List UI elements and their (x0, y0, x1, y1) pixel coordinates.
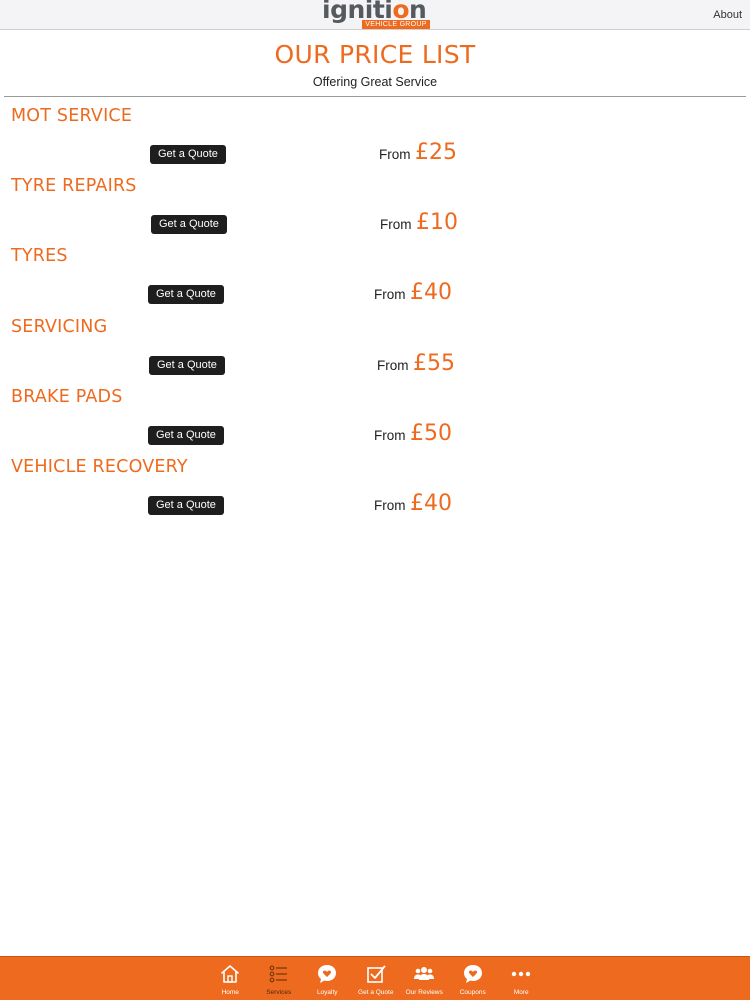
price-list: MOT SERVICE Get a Quote From £25 TYRE RE… (0, 100, 750, 521)
get-quote-button[interactable]: Get a Quote (148, 495, 224, 515)
get-quote-button[interactable]: Get a Quote (150, 145, 226, 164)
home-icon (221, 965, 240, 983)
service-vehicle-recovery: VEHICLE RECOVERY Get a Quote From £40 (0, 451, 750, 521)
from-label: From (374, 497, 406, 513)
service-price: From £25 (379, 140, 457, 165)
price-amount: £25 (414, 140, 457, 165)
from-label: From (374, 287, 406, 303)
get-quote-button[interactable]: Get a Quote (148, 425, 224, 445)
page-title: OUR PRICE LIST (274, 40, 476, 69)
about-link[interactable]: About (713, 9, 742, 21)
service-name: MOT SERVICE (11, 106, 133, 126)
service-price: From £10 (380, 210, 458, 235)
service-price: From £40 (374, 491, 452, 516)
page-subtitle: Offering Great Service (312, 75, 438, 89)
price-amount: £40 (409, 490, 452, 516)
service-name: TYRE REPAIRS (11, 176, 137, 197)
nav-label: More (513, 989, 529, 996)
nav-item-loyalty[interactable]: Loyalty (303, 957, 352, 1000)
nav-item-coupons[interactable]: Coupons (449, 957, 498, 1000)
price-amount: £55 (412, 350, 455, 376)
bottom-nav: Home Services Loyalty Get a Quote Our Re… (0, 956, 750, 1000)
nav-item-get-a-quote[interactable]: Get a Quote (352, 957, 401, 1000)
service-price: From £40 (374, 280, 452, 305)
price-amount: £50 (409, 420, 452, 446)
price-amount: £10 (415, 210, 458, 236)
service-name: SERVICING (11, 316, 108, 337)
from-label: From (380, 217, 412, 233)
people-icon (414, 967, 435, 980)
service-name: TYRES (11, 246, 68, 267)
heart-bubble-icon (318, 965, 337, 983)
nav-item-services[interactable]: Services (255, 957, 304, 1000)
get-quote-button[interactable]: Get a Quote (151, 215, 227, 235)
from-label: From (377, 357, 409, 373)
service-tyre-repairs: TYRE REPAIRS Get a Quote From £10 (0, 170, 750, 240)
ignition-logo[interactable]: ignition VEHICLE GROUP (322, 0, 430, 30)
checkbox-icon (366, 965, 386, 983)
heart-bubble-icon (463, 965, 482, 983)
divider (4, 96, 746, 97)
service-tyres: TYRES Get a Quote From £40 (0, 240, 750, 310)
nav-item-home[interactable]: Home (206, 957, 255, 1000)
price-amount: £40 (409, 280, 452, 306)
service-price: From £50 (374, 421, 452, 446)
more-dots-icon (512, 971, 531, 977)
top-bar: ignition VEHICLE GROUP About (0, 0, 750, 30)
service-name: BRAKE PADS (11, 386, 123, 407)
from-label: From (379, 147, 411, 162)
service-name: VEHICLE RECOVERY (11, 456, 188, 477)
service-mot: MOT SERVICE Get a Quote From £25 (0, 100, 750, 170)
service-brake-pads: BRAKE PADS Get a Quote From £50 (0, 381, 750, 451)
service-servicing: SERVICING Get a Quote From £55 (0, 311, 750, 381)
nav-item-more[interactable]: More (497, 957, 546, 1000)
get-quote-button[interactable]: Get a Quote (148, 285, 224, 305)
nav-item-our-reviews[interactable]: Our Reviews (400, 957, 449, 1000)
get-quote-button[interactable]: Get a Quote (149, 355, 225, 375)
from-label: From (374, 427, 406, 443)
list-icon (269, 965, 287, 983)
service-price: From £55 (377, 351, 455, 376)
logo-subtext: VEHICLE GROUP (362, 20, 430, 29)
